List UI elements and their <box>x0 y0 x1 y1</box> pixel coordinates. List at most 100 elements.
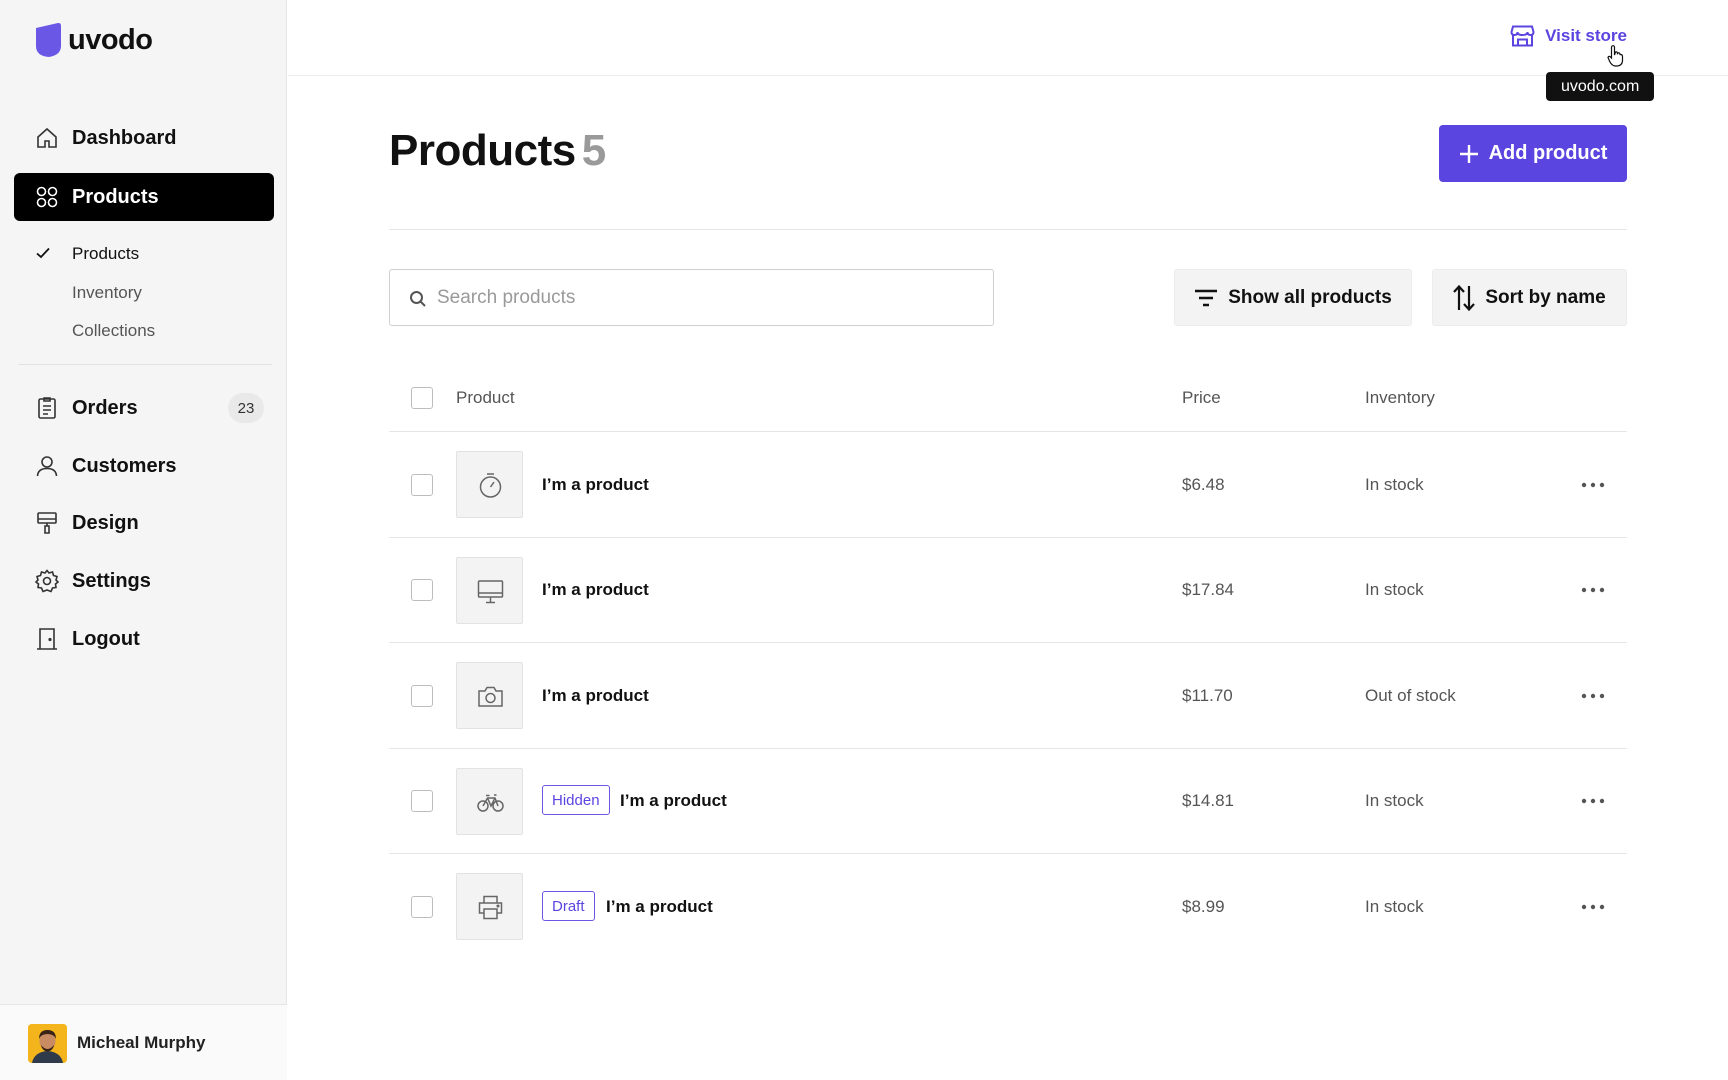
product-inventory: In stock <box>1365 475 1424 494</box>
user-name: Micheal Murphy <box>77 1033 206 1052</box>
paint-roller-icon <box>37 512 57 534</box>
subnav-item-collections[interactable]: Collections <box>72 321 155 341</box>
nav-item-customers[interactable]: Customers <box>14 442 274 490</box>
nav-item-logout[interactable]: Logout <box>14 615 274 663</box>
nav-item-dashboard[interactable]: Dashboard <box>14 114 274 162</box>
product-price: $11.70 <box>1182 686 1233 705</box>
status-badge-hidden: Hidden <box>542 785 610 815</box>
header-divider <box>389 229 1627 230</box>
product-inventory: Out of stock <box>1365 686 1456 705</box>
grid-icon <box>36 186 58 208</box>
more-options-icon[interactable] <box>1580 475 1606 495</box>
add-product-button[interactable]: Add product <box>1439 125 1627 182</box>
hand-cursor-icon <box>1607 45 1624 67</box>
nav-item-products[interactable]: Products <box>14 173 274 221</box>
page-title-text: Products <box>389 126 576 175</box>
status-badge-draft: Draft <box>542 891 595 921</box>
product-inventory: In stock <box>1365 580 1424 599</box>
nav-item-settings[interactable]: Settings <box>14 557 274 605</box>
home-icon <box>37 127 57 148</box>
brand-logo[interactable]: uvodo <box>34 22 153 58</box>
product-thumbnail[interactable] <box>456 662 523 729</box>
select-all-checkbox[interactable] <box>411 387 433 409</box>
product-count: 5 <box>581 126 606 175</box>
product-price: $17.84 <box>1182 580 1234 599</box>
row-checkbox[interactable] <box>411 896 433 918</box>
more-options-icon[interactable] <box>1580 897 1606 917</box>
row-checkbox[interactable] <box>411 579 433 601</box>
column-header-product[interactable]: Product <box>456 388 515 408</box>
product-name[interactable]: I’m a product <box>606 897 713 917</box>
sidebar: uvodo Dashboard Products Products Invent… <box>0 0 287 1080</box>
avatar-portrait-icon <box>28 1024 67 1063</box>
visit-store-label: Visit store <box>1545 26 1627 45</box>
user-profile[interactable]: Micheal Murphy <box>0 1004 287 1080</box>
uvodo-logo-icon <box>36 22 61 57</box>
product-inventory: In stock <box>1365 897 1424 916</box>
row-divider <box>389 431 1627 432</box>
nav-label: Products <box>72 185 159 208</box>
product-thumbnail[interactable] <box>456 768 523 835</box>
clipboard-icon <box>38 397 56 419</box>
printer-icon <box>478 895 503 920</box>
sort-arrows-icon <box>1453 284 1476 311</box>
more-options-icon[interactable] <box>1580 580 1606 600</box>
column-header-inventory[interactable]: Inventory <box>1365 388 1435 408</box>
product-name[interactable]: I’m a product <box>542 580 649 600</box>
nav-label: Design <box>72 511 139 534</box>
store-url-tooltip: uvodo.com <box>1546 72 1655 101</box>
product-name[interactable]: I’m a product <box>620 791 727 811</box>
door-icon <box>37 628 57 650</box>
subnav-item-products[interactable]: Products <box>72 244 139 264</box>
check-icon <box>36 247 50 259</box>
more-options-icon[interactable] <box>1580 686 1606 706</box>
sidebar-divider <box>18 364 272 365</box>
product-thumbnail[interactable] <box>456 873 523 940</box>
filter-button[interactable]: Show all products <box>1174 269 1412 326</box>
row-divider <box>389 853 1627 854</box>
bicycle-icon <box>477 794 504 812</box>
column-header-price[interactable]: Price <box>1182 388 1221 408</box>
product-price: $8.99 <box>1182 897 1225 916</box>
page-title: Products 5 <box>389 126 606 176</box>
product-price: $6.48 <box>1182 475 1225 494</box>
product-thumbnail[interactable] <box>456 451 523 518</box>
product-price: $14.81 <box>1182 791 1234 810</box>
store-icon <box>1510 25 1535 47</box>
avatar <box>28 1024 67 1063</box>
plus-icon <box>1459 144 1478 163</box>
camera-icon <box>478 686 503 707</box>
sort-button[interactable]: Sort by name <box>1432 269 1627 326</box>
row-checkbox[interactable] <box>411 474 433 496</box>
user-icon <box>36 456 58 477</box>
nav-item-design[interactable]: Design <box>14 499 274 547</box>
gear-icon <box>35 569 59 593</box>
row-checkbox[interactable] <box>411 685 433 707</box>
brand-name: uvodo <box>68 23 153 56</box>
add-product-label: Add product <box>1488 142 1608 164</box>
nav-label: Logout <box>72 627 140 650</box>
row-divider <box>389 642 1627 643</box>
more-options-icon[interactable] <box>1580 791 1606 811</box>
nav-label: Orders <box>72 396 138 419</box>
top-bar: Visit store <box>288 0 1728 76</box>
filter-icon <box>1195 289 1218 306</box>
product-thumbnail[interactable] <box>456 557 523 624</box>
search-box <box>389 269 994 326</box>
product-name[interactable]: I’m a product <box>542 686 649 706</box>
row-divider <box>389 537 1627 538</box>
nav-label: Customers <box>72 454 177 477</box>
product-name[interactable]: I’m a product <box>542 475 649 495</box>
product-inventory: In stock <box>1365 791 1424 810</box>
search-input[interactable] <box>437 286 977 309</box>
stopwatch-icon <box>479 473 502 498</box>
nav-item-orders[interactable]: Orders 23 <box>14 384 274 432</box>
subnav-item-inventory[interactable]: Inventory <box>72 283 142 303</box>
row-checkbox[interactable] <box>411 790 433 812</box>
monitor-icon <box>477 580 504 604</box>
search-icon <box>410 291 426 307</box>
nav-label: Settings <box>72 569 151 592</box>
row-divider <box>389 748 1627 749</box>
filter-label: Show all products <box>1228 286 1392 308</box>
nav-label: Dashboard <box>72 126 177 149</box>
